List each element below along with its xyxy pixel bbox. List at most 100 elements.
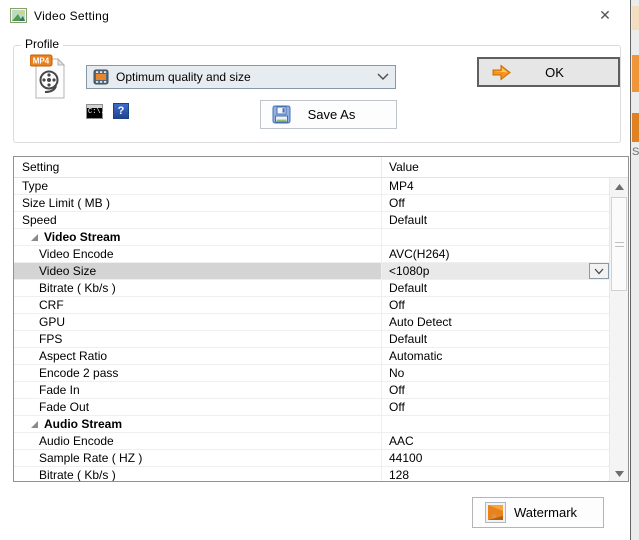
indent-spacer [14,475,39,476]
setting-cell: Bitrate ( Kb/s ) [14,280,382,296]
setting-value: 128 [389,468,409,482]
cmd-icon-text: C:\. [87,108,102,117]
setting-cell: Sample Rate ( HZ ) [14,450,382,466]
table-row[interactable]: Fade Out Off [14,399,609,416]
value-cell: Auto Detect [382,314,609,330]
setting-cell: Audio Stream [14,416,382,432]
indent-spacer [14,373,39,374]
watermark-image-icon [485,502,506,523]
profile-group-label: Profile [21,37,63,51]
value-cell: Off [382,195,609,211]
column-header-value[interactable]: Value [382,157,628,177]
settings-table: Setting Value Type MP4 Size Limit ( MB )… [13,156,629,482]
title-bar: Video Setting ✕ [0,0,630,31]
table-row[interactable]: FPS Default [14,331,609,348]
background-fragment [632,6,639,30]
orange-arrow-icon [492,64,511,81]
setting-label: Aspect Ratio [39,349,107,363]
setting-cell: Audio Encode [14,433,382,449]
table-row[interactable]: Type MP4 [14,178,609,195]
setting-cell: Bitrate ( Kb/s ) [14,467,382,482]
scroll-up-button[interactable] [610,178,629,195]
table-row[interactable]: GPU Auto Detect [14,314,609,331]
table-row[interactable]: Video Stream [14,229,609,246]
value-cell: Off [382,399,609,415]
setting-value: 44100 [389,451,422,465]
setting-value: AAC [389,434,414,448]
setting-cell: Video Encode [14,246,382,262]
close-button[interactable]: ✕ [586,2,624,29]
help-icon[interactable]: ? [113,103,129,119]
scroll-down-button[interactable] [610,465,629,482]
setting-cell: Fade Out [14,399,382,415]
setting-cell: CRF [14,297,382,313]
indent-spacer [14,407,39,408]
command-prompt-icon[interactable]: C:\. [86,104,103,119]
value-cell: Automatic [382,348,609,364]
table-row[interactable]: Bitrate ( Kb/s ) Default [14,280,609,297]
table-row[interactable]: Bitrate ( Kb/s ) 128 [14,467,609,482]
table-row[interactable]: Audio Stream [14,416,609,433]
value-cell: Default [382,280,609,296]
profile-preset-combobox[interactable]: Optimum quality and size [86,65,396,89]
watermark-button-label: Watermark [506,505,585,520]
ok-button[interactable]: OK [477,57,620,87]
chevron-down-icon [594,268,604,275]
table-row[interactable]: Size Limit ( MB ) Off [14,195,609,212]
scrollbar-thumb[interactable] [611,197,627,291]
table-row[interactable]: Audio Encode AAC [14,433,609,450]
table-row[interactable]: Aspect Ratio Automatic [14,348,609,365]
setting-cell: Size Limit ( MB ) [14,195,382,211]
table-row[interactable]: Sample Rate ( HZ ) 44100 [14,450,609,467]
setting-cell: Video Stream [14,229,382,245]
setting-value: MP4 [389,179,414,193]
save-as-button[interactable]: Save As [260,100,397,129]
indent-spacer [14,322,39,323]
value-cell [382,416,609,432]
background-fragment [632,55,639,92]
setting-label: Audio Stream [44,417,122,431]
setting-label: Size Limit ( MB ) [22,196,110,210]
indent-spacer [14,305,39,306]
setting-value: Off [389,383,405,397]
value-cell: Default [382,212,609,228]
table-row[interactable]: Encode 2 pass No [14,365,609,382]
value-dropdown-button[interactable] [589,263,609,279]
expand-triangle-icon[interactable] [30,233,39,242]
ok-button-label: OK [511,65,598,80]
setting-label: Fade Out [39,400,89,414]
setting-label: Audio Encode [39,434,114,448]
setting-cell: Type [14,178,382,194]
indent-spacer [14,441,39,442]
background-window-edge: S [632,0,639,540]
value-cell: MP4 [382,178,609,194]
table-row[interactable]: Video Size <1080p [14,263,609,280]
value-cell: Default [382,331,609,347]
indent-spacer [14,271,39,272]
value-cell: No [382,365,609,381]
table-row[interactable]: Speed Default [14,212,609,229]
watermark-button[interactable]: Watermark [472,497,604,528]
table-row[interactable]: CRF Off [14,297,609,314]
window-title: Video Setting [34,9,109,23]
expand-triangle-icon[interactable] [30,420,39,429]
value-cell [382,229,609,245]
setting-value: Default [389,332,427,346]
setting-label: GPU [39,315,65,329]
settings-rows: Type MP4 Size Limit ( MB ) Off Speed Def… [14,178,609,482]
setting-value: <1080p [389,264,429,278]
setting-cell: Encode 2 pass [14,365,382,381]
mp4-file-icon: MP4 [30,54,70,100]
indent-spacer [14,339,39,340]
table-row[interactable]: Fade In Off [14,382,609,399]
setting-label: Video Encode [39,247,114,261]
table-row[interactable]: Video Encode AVC(H264) [14,246,609,263]
indent-spacer [14,288,39,289]
value-cell: Off [382,382,609,398]
indent-spacer [14,186,22,187]
column-header-setting[interactable]: Setting [14,157,382,177]
table-header: Setting Value [14,157,628,178]
vertical-scrollbar[interactable] [609,178,628,482]
setting-cell: Video Size [14,263,382,279]
indent-spacer [14,203,22,204]
